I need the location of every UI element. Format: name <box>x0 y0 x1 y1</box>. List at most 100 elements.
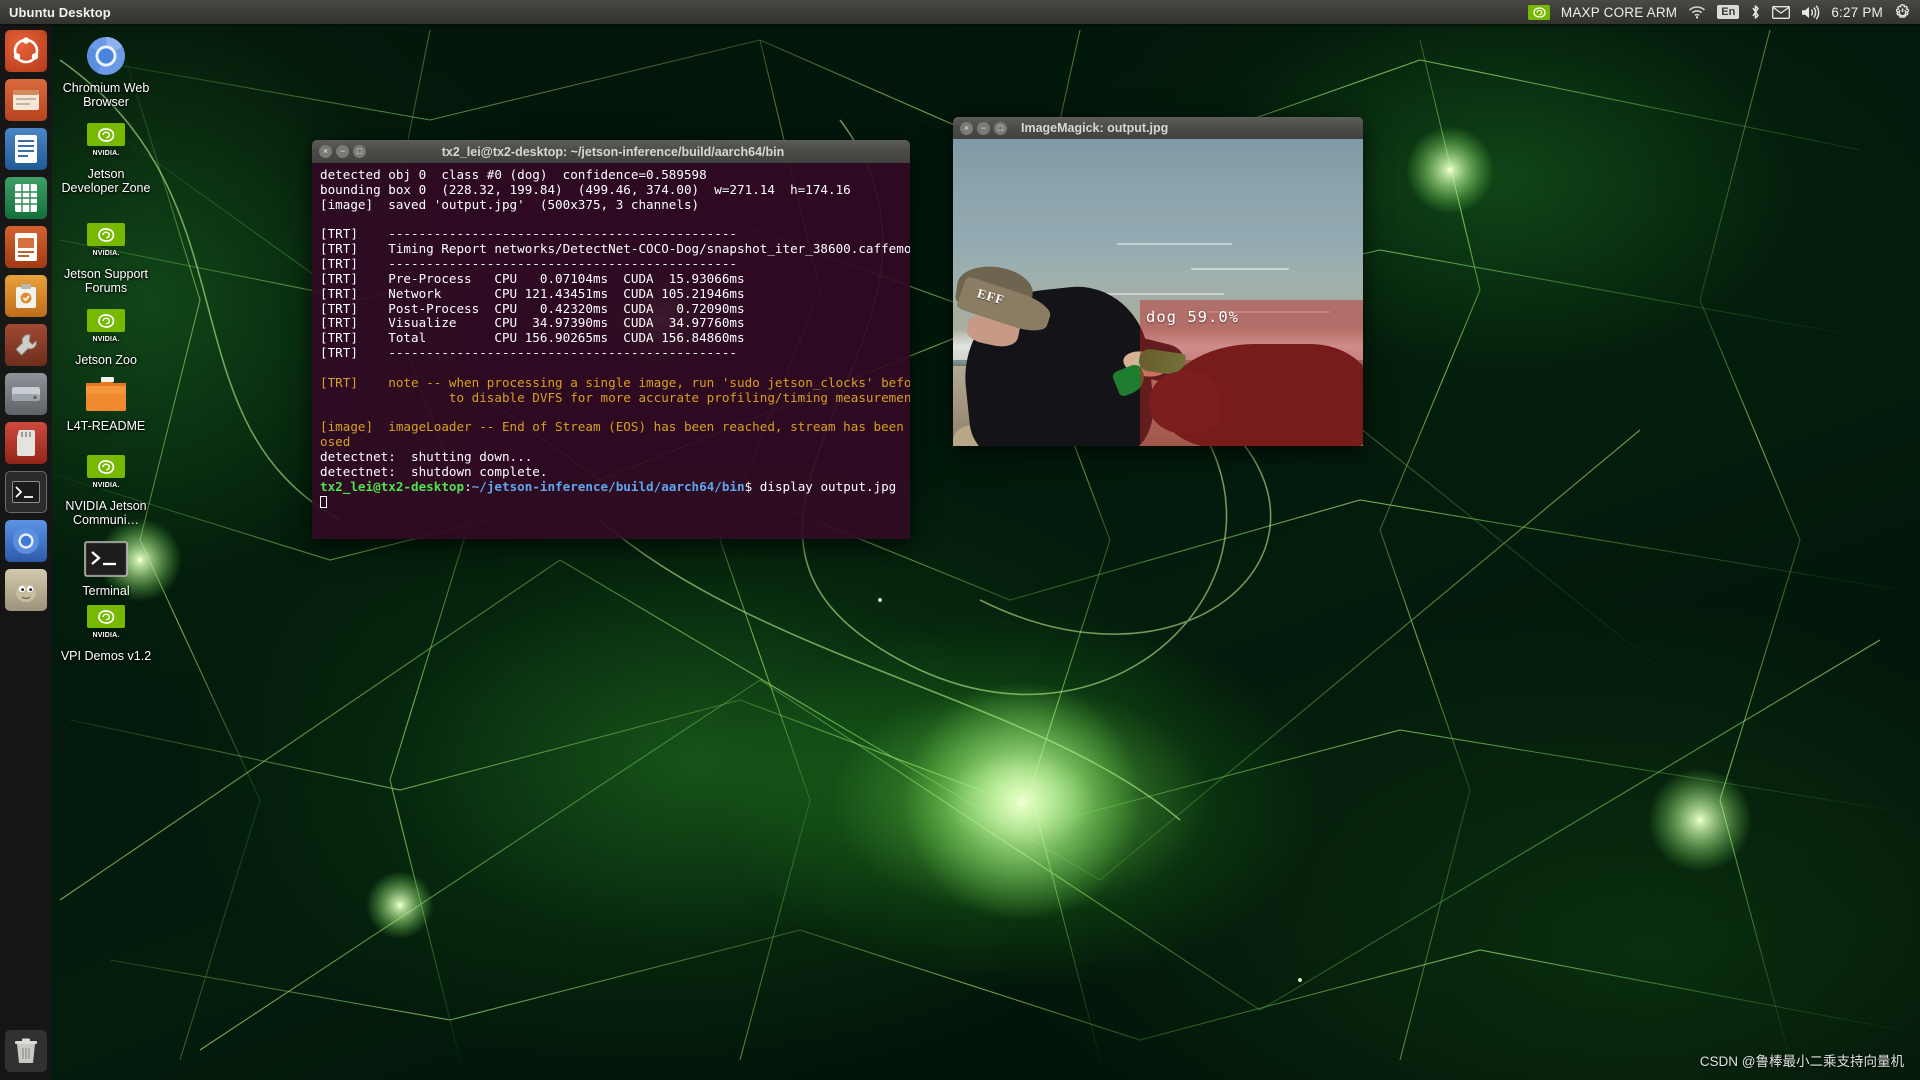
desktop-icon-jetson-support-forums[interactable]: NVIDIA. Jetson Support Forums <box>58 219 154 295</box>
terminal-line: [TRT] ----------------------------------… <box>320 256 738 272</box>
launcher-item-chromium[interactable] <box>5 520 47 562</box>
imagemagick-window[interactable]: × − □ ImageMagick: output.jpg EFF dog 59… <box>953 117 1363 446</box>
desktop-icon-label: Chromium Web Browser <box>62 81 150 109</box>
software-center-icon <box>16 284 36 308</box>
terminal-line: detectnet: shutdown complete. <box>320 463 548 479</box>
wifi-icon[interactable] <box>1688 0 1706 24</box>
detection-label: dog 59.0% <box>1146 308 1239 326</box>
terminal-line: [TRT] Post-Process CPU 0.42320ms CUDA 0.… <box>320 300 745 316</box>
minimize-icon[interactable]: − <box>977 121 990 135</box>
desktop-icon-label: Terminal <box>82 584 130 598</box>
power-mode-label[interactable]: MAXP CORE ARM <box>1561 5 1677 20</box>
launcher-item-system-settings[interactable] <box>5 324 47 366</box>
terminal-icon <box>58 536 154 582</box>
terminal-line: to disable DVFS for more accurate profil… <box>320 389 910 405</box>
chromium-icon <box>13 528 39 554</box>
launcher-item-ubuntu-software[interactable] <box>5 275 47 317</box>
writer-document-icon <box>15 135 37 163</box>
terminal-line: [image] imageLoader -- End of Stream (EO… <box>320 419 910 435</box>
launcher-item-files[interactable] <box>5 79 47 121</box>
chromium-icon <box>58 33 154 79</box>
launcher-item-gimp[interactable] <box>5 569 47 611</box>
terminal-line: [TRT] Network CPU 121.43451ms CUDA 105.2… <box>320 285 745 301</box>
desktop-icon-label: NVIDIA Jetson Communi… <box>65 499 147 527</box>
launcher-item-ubuntu-dash[interactable] <box>5 30 47 72</box>
terminal-line: [TRT] note -- when processing a single i… <box>320 374 910 390</box>
panel-title[interactable]: Ubuntu Desktop <box>0 5 111 20</box>
launcher-item-sd-card[interactable] <box>5 422 47 464</box>
desktop-icon-jetson-developer-zone[interactable]: NVIDIA. Jetson Developer Zone <box>58 119 154 195</box>
folder-icon <box>58 371 154 417</box>
terminal-titlebar[interactable]: × − □ tx2_lei@tx2-desktop: ~/jetson-infe… <box>312 140 910 163</box>
maximize-icon[interactable]: □ <box>353 145 366 158</box>
sd-card-icon <box>17 430 35 456</box>
terminal-line: [image] saved 'output.jpg' (500x375, 3 c… <box>320 196 700 212</box>
panel-indicators: MAXP CORE ARM En 6:27 PM <box>1527 0 1920 24</box>
gear-power-icon[interactable] <box>1894 0 1911 24</box>
launcher-item-libreoffice-calc[interactable] <box>5 177 47 219</box>
launcher-item-libreoffice-impress[interactable] <box>5 226 47 268</box>
imagemagick-titlebar[interactable]: × − □ ImageMagick: output.jpg <box>953 117 1363 139</box>
calc-spreadsheet-icon <box>15 184 37 212</box>
bluetooth-icon[interactable] <box>1750 0 1761 24</box>
prompt-user-host: tx2_lei@tx2-desktop <box>320 478 465 494</box>
nvidia-logo-icon: NVIDIA. <box>58 219 154 265</box>
terminal-prompt-line: tx2_lei@tx2-desktop:~/jetson-inference/b… <box>320 478 910 495</box>
close-icon[interactable]: × <box>319 145 332 158</box>
terminal-window[interactable]: × − □ tx2_lei@tx2-desktop: ~/jetson-infe… <box>312 140 910 539</box>
terminal-cursor <box>320 495 910 510</box>
terminal-line: [TRT] Visualize CPU 34.97390ms CUDA 34.9… <box>320 315 745 331</box>
gimp-icon <box>16 584 36 602</box>
terminal-output[interactable]: detected obj 0 class #0 (dog) confidence… <box>312 163 910 539</box>
trash-icon <box>15 1038 37 1063</box>
desktop-icon-vpi-demos[interactable]: NVIDIA. VPI Demos v1.2 <box>58 601 154 663</box>
keyboard-layout-indicator[interactable]: En <box>1717 5 1740 19</box>
nvidia-logo-icon: NVIDIA. <box>58 451 154 497</box>
prompt-separator: : <box>464 478 472 494</box>
nvidia-logo-icon: NVIDIA. <box>58 601 154 647</box>
desktop-icon-terminal[interactable]: Terminal <box>58 536 154 598</box>
desktop-icon-l4t-readme[interactable]: L4T-README <box>58 371 154 433</box>
prompt-command: $ display output.jpg <box>744 478 897 494</box>
desktop-icon-jetson-zoo[interactable]: NVIDIA. Jetson Zoo <box>58 305 154 367</box>
prompt-path: ~/jetson-inference/build/aarch64/bin <box>471 478 745 494</box>
desktop-screen: Ubuntu Desktop MAXP CORE ARM En 6:27 PM … <box>0 0 1920 1080</box>
volume-icon[interactable] <box>1801 0 1820 24</box>
desktop-icon-chromium-web-browser[interactable]: Chromium Web Browser <box>58 33 154 109</box>
unity-launcher <box>0 24 52 1080</box>
file-manager-icon <box>13 90 39 110</box>
desktop-icon-nvidia-jetson-community[interactable]: NVIDIA. NVIDIA Jetson Communi… <box>58 451 154 527</box>
mail-icon[interactable] <box>1772 0 1791 24</box>
imagemagick-image-canvas[interactable]: EFF dog 59.0% <box>953 139 1363 446</box>
terminal-title: tx2_lei@tx2-desktop: ~/jetson-inference/… <box>441 144 785 159</box>
terminal-line: detected obj 0 class #0 (dog) confidence… <box>320 167 707 182</box>
top-panel: Ubuntu Desktop MAXP CORE ARM En 6:27 PM <box>0 0 1920 24</box>
desktop-icon-label: Jetson Zoo <box>75 353 137 367</box>
terminal-line: [TRT] ----------------------------------… <box>320 226 738 242</box>
desktop-icon-label: L4T-README <box>66 419 146 433</box>
nvidia-logo-icon: NVIDIA. <box>58 119 154 165</box>
maximize-icon[interactable]: □ <box>994 121 1007 135</box>
minimize-icon[interactable]: − <box>336 145 349 158</box>
terminal-line: bounding box 0 (228.32, 199.84) (499.46,… <box>320 181 851 197</box>
nvidia-eye-icon[interactable] <box>1527 0 1550 24</box>
terminal-window-buttons: × − □ <box>319 145 366 158</box>
launcher-item-trash[interactable] <box>5 1030 47 1072</box>
terminal-line: [TRT] ----------------------------------… <box>320 345 738 361</box>
terminal-icon <box>12 481 40 503</box>
clock-label[interactable]: 6:27 PM <box>1831 5 1883 20</box>
terminal-line: osed <box>320 434 351 450</box>
nvidia-logo-icon: NVIDIA. <box>58 305 154 351</box>
desktop-icon-label: Jetson Support Forums <box>63 267 149 295</box>
close-icon[interactable]: × <box>960 121 973 135</box>
launcher-item-terminal[interactable] <box>5 471 47 513</box>
impress-slides-icon <box>15 233 37 261</box>
terminal-line: [TRT] Pre-Process CPU 0.07104ms CUDA 15.… <box>320 270 745 286</box>
launcher-item-storage[interactable] <box>5 373 47 415</box>
imagemagick-window-buttons: × − □ <box>960 121 1007 135</box>
launcher-item-libreoffice-writer[interactable] <box>5 128 47 170</box>
photo-sky <box>953 139 1363 232</box>
ubuntu-logo-icon <box>13 37 39 64</box>
